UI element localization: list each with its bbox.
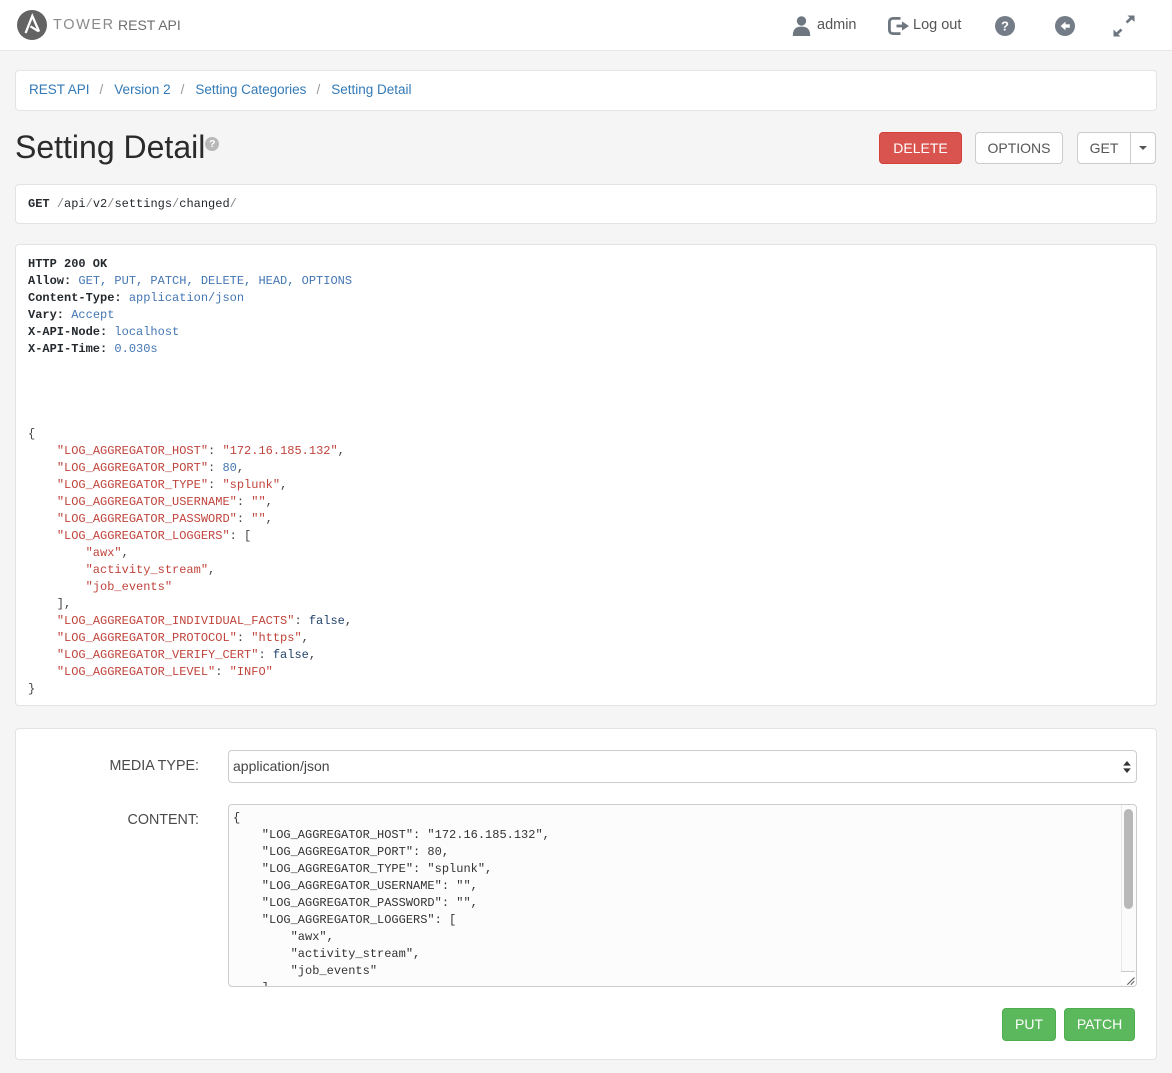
svg-text:?: ? — [1001, 19, 1009, 34]
